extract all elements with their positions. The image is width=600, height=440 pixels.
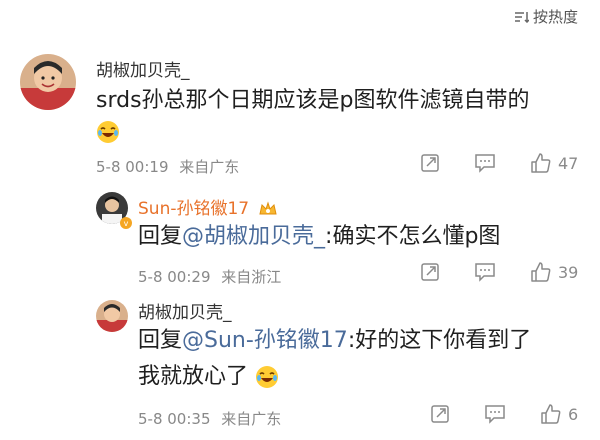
comment-location: 来自广东 bbox=[179, 158, 240, 176]
reply-location: 来自广东 bbox=[221, 410, 282, 428]
reply-meta: 5-8 00:29 来自浙江 bbox=[138, 266, 281, 287]
reply-text: 回复@胡椒加贝壳_:确实不怎么懂p图 bbox=[138, 220, 500, 254]
sort-label: 按热度 bbox=[532, 8, 578, 26]
reply-text-second-line: 我就放心了 bbox=[138, 360, 279, 394]
reply-button[interactable] bbox=[474, 153, 496, 173]
user-avatar-image bbox=[20, 54, 76, 110]
mention-link[interactable]: @胡椒加贝壳_ bbox=[182, 224, 325, 249]
comment-icon bbox=[475, 154, 495, 173]
reply-text-content: :确实不怎么懂p图 bbox=[325, 224, 501, 249]
thumbs-up-icon bbox=[531, 262, 551, 282]
share-button[interactable] bbox=[420, 153, 440, 173]
svg-text:v: v bbox=[124, 219, 129, 228]
comment-icon bbox=[475, 263, 495, 282]
share-button[interactable] bbox=[430, 404, 450, 424]
reply-location: 来自浙江 bbox=[221, 268, 282, 286]
mention-link[interactable]: @Sun-孙铭徽17 bbox=[182, 328, 348, 353]
like-button[interactable]: 39 bbox=[530, 261, 578, 283]
comment-text-content: srds孙总那个日期应该是p图软件滤镜自带的 bbox=[96, 88, 530, 113]
reply-date: 5-8 00:29 bbox=[138, 268, 211, 286]
like-button[interactable]: 6 bbox=[540, 403, 578, 425]
thumbs-up-icon bbox=[531, 153, 551, 173]
sort-icon bbox=[514, 11, 529, 23]
reply-text-line2: 我就放心了 bbox=[138, 364, 249, 389]
user-avatar-image bbox=[96, 300, 128, 332]
like-button[interactable]: 47 bbox=[530, 152, 578, 174]
reply-prefix: 回复 bbox=[138, 224, 183, 249]
share-icon bbox=[421, 154, 439, 172]
reply-author-name: Sun-孙铭徽17 bbox=[138, 199, 250, 219]
comment-text: srds孙总那个日期应该是p图软件滤镜自带的 bbox=[96, 84, 530, 118]
like-count: 6 bbox=[568, 404, 579, 424]
emoji-laugh-cry-icon bbox=[96, 120, 120, 144]
share-icon bbox=[431, 405, 449, 423]
avatar[interactable] bbox=[96, 300, 128, 332]
like-count: 39 bbox=[558, 262, 579, 282]
reply-text-line1: :好的这下你看到了 bbox=[347, 328, 532, 353]
reply-text: 回复@Sun-孙铭徽17:好的这下你看到了 bbox=[138, 324, 531, 358]
comment-author[interactable]: 胡椒加贝壳_ bbox=[96, 56, 190, 81]
sort-by-hot-button[interactable]: 按热度 bbox=[514, 6, 578, 27]
avatar[interactable] bbox=[20, 54, 76, 110]
reply-button[interactable] bbox=[474, 262, 496, 282]
comment-date: 5-8 00:19 bbox=[96, 158, 169, 176]
emoji-laugh-cry-icon bbox=[256, 366, 279, 388]
like-count: 47 bbox=[558, 153, 579, 173]
reply-author[interactable]: Sun-孙铭徽17 bbox=[138, 194, 277, 219]
share-button[interactable] bbox=[420, 262, 440, 282]
reply-date: 5-8 00:35 bbox=[138, 410, 211, 428]
fan-crown-icon bbox=[258, 201, 277, 215]
reply-author[interactable]: 胡椒加贝壳_ bbox=[138, 298, 232, 323]
reply-prefix: 回复 bbox=[138, 328, 183, 353]
comment-icon bbox=[485, 405, 505, 424]
reply-meta: 5-8 00:35 来自广东 bbox=[138, 408, 281, 429]
thumbs-up-icon bbox=[541, 404, 561, 424]
comment-meta: 5-8 00:19 来自广东 bbox=[96, 156, 239, 177]
share-icon bbox=[421, 263, 439, 281]
verified-badge-icon: v bbox=[120, 214, 132, 233]
reply-button[interactable] bbox=[484, 404, 506, 424]
